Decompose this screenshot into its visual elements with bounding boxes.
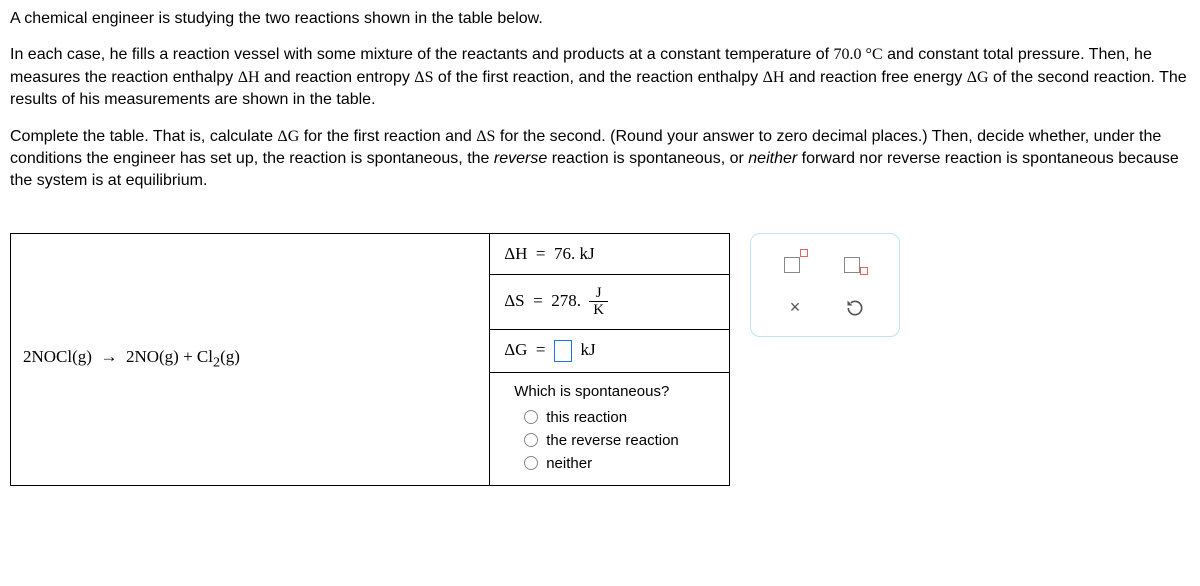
product-b: (g): [220, 347, 240, 366]
arrow-icon: →: [100, 347, 117, 366]
intro-line3: Complete the table. That is, calculate Δ…: [10, 126, 1190, 193]
delta-h-value: 76. kJ: [554, 244, 595, 263]
intro-line2: In each case, he fills a reaction vessel…: [10, 44, 1190, 111]
reset-icon: [845, 298, 865, 318]
radio-icon: [524, 456, 538, 470]
clear-button[interactable]: ×: [775, 294, 815, 322]
reactant: 2NOCl(g): [23, 347, 92, 366]
equals: =: [536, 244, 546, 263]
frac-num: J: [592, 285, 606, 302]
delta-g-label: ΔG: [504, 340, 527, 359]
option-label: the reverse reaction: [546, 432, 679, 449]
delta-s-row: ΔS = 278. J K: [490, 275, 729, 329]
radio-icon: [524, 433, 538, 447]
delta-g-symbol: ΔG: [967, 69, 989, 86]
text: reaction is spontaneous, or: [547, 150, 748, 167]
intro-line1: A chemical engineer is studying the two …: [10, 8, 1190, 30]
delta-s-symbol: ΔS: [414, 69, 433, 86]
delta-h-row: ΔH = 76. kJ: [490, 234, 729, 274]
delta-s-label: ΔS: [504, 291, 524, 310]
equals: =: [533, 291, 543, 310]
delta-s-symbol: ΔS: [476, 128, 495, 145]
option-this-reaction[interactable]: this reaction: [504, 406, 715, 429]
question-title: Which is spontaneous?: [504, 383, 715, 400]
superscript-button[interactable]: [775, 248, 815, 276]
reset-button[interactable]: [835, 294, 875, 322]
equation-toolbox: ×: [750, 233, 900, 337]
radio-icon: [524, 410, 538, 424]
delta-h-label: ΔH: [504, 244, 527, 263]
text: and reaction free energy: [784, 69, 966, 86]
subscript-button[interactable]: [835, 248, 875, 276]
temperature-value: 70.0 °C: [834, 46, 883, 63]
x-icon: ×: [790, 297, 801, 318]
product-a: 2NO(g) + Cl: [126, 347, 213, 366]
delta-h-symbol: ΔH: [238, 69, 260, 86]
delta-g-unit: kJ: [581, 340, 596, 359]
option-neither[interactable]: neither: [504, 452, 715, 475]
text: Complete the table. That is, calculate: [10, 128, 277, 145]
delta-g-row: ΔG = kJ: [490, 330, 729, 372]
neither-word: neither: [748, 150, 797, 167]
frac-den: K: [589, 301, 608, 319]
reaction-equation-cell: 2NOCl(g) → 2NO(g) + Cl2(g): [11, 233, 490, 485]
text: for the first reaction and: [299, 128, 476, 145]
fraction-jk: J K: [589, 285, 608, 319]
equals: =: [536, 340, 546, 359]
reverse-word: reverse: [494, 150, 547, 167]
text: and reaction entropy: [260, 69, 415, 86]
text: of the first reaction, and the reaction …: [433, 69, 762, 86]
text: In each case, he fills a reaction vessel…: [10, 46, 834, 63]
delta-g-input[interactable]: [554, 340, 572, 362]
delta-s-value: 278.: [551, 291, 581, 310]
option-label: neither: [546, 455, 592, 472]
option-reverse-reaction[interactable]: the reverse reaction: [504, 429, 715, 452]
subscript: 2: [213, 354, 220, 370]
option-label: this reaction: [546, 409, 627, 426]
spontaneity-question: Which is spontaneous? this reaction the …: [490, 373, 729, 485]
delta-g-symbol: ΔG: [277, 128, 299, 145]
reaction-table: 2NOCl(g) → 2NO(g) + Cl2(g) ΔH = 76. kJ Δ…: [10, 233, 730, 486]
delta-h-symbol: ΔH: [763, 69, 785, 86]
